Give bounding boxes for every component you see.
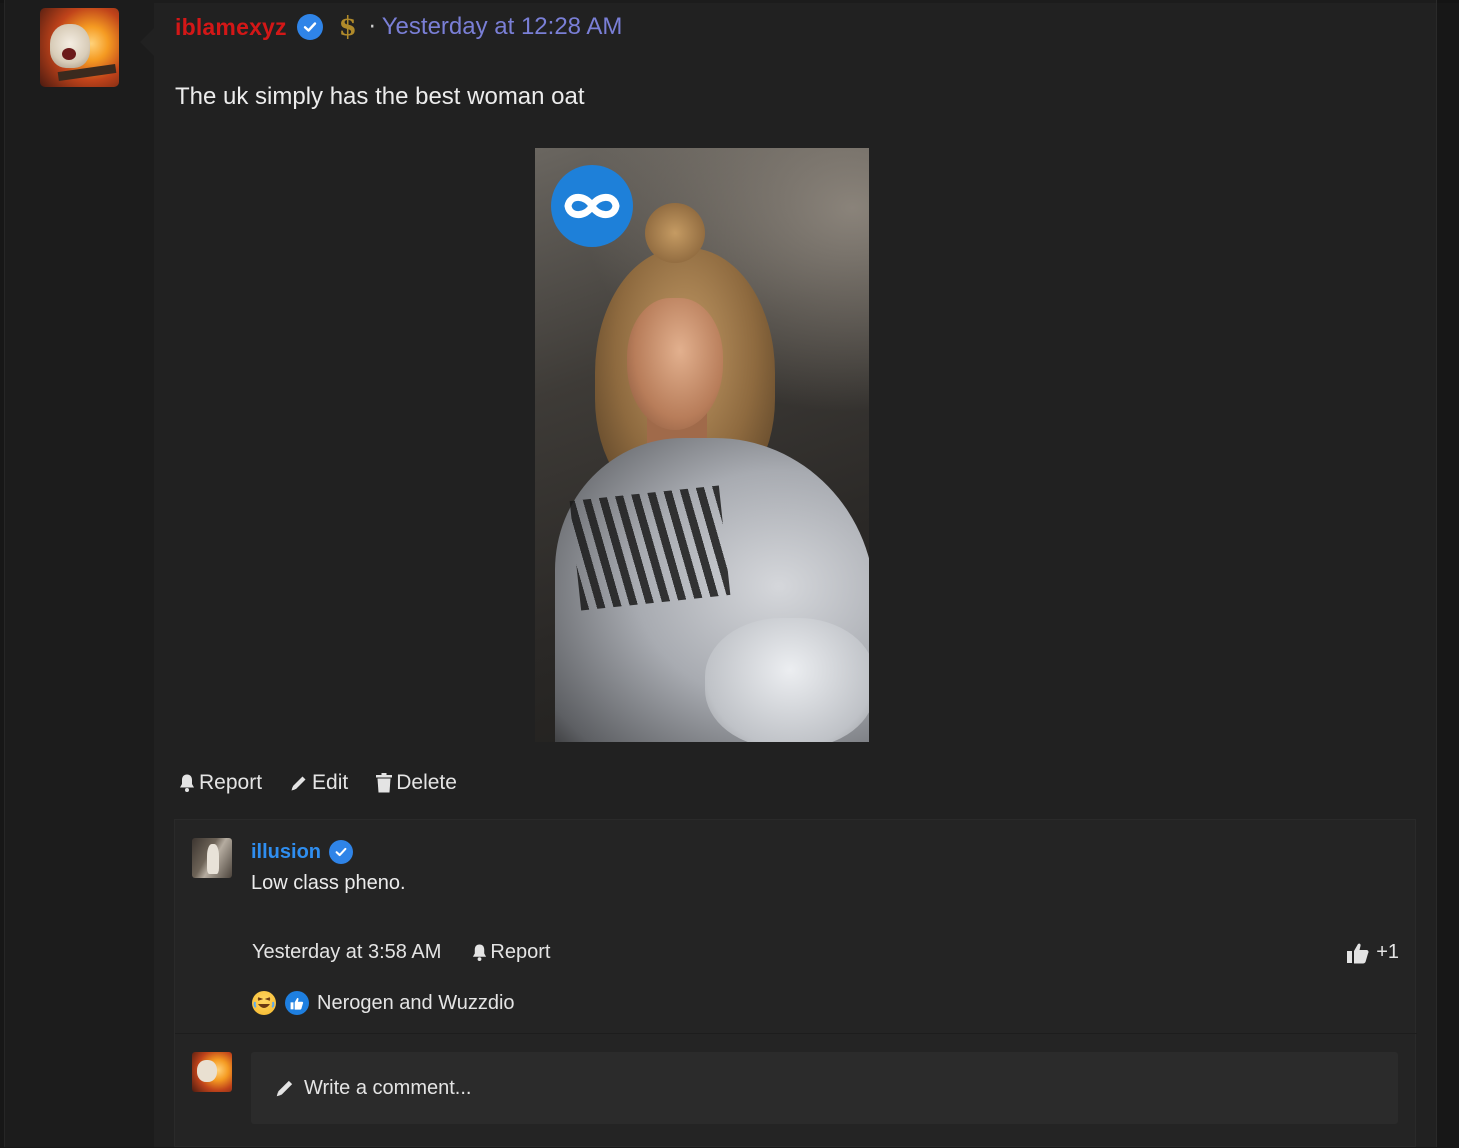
current-user-avatar [192, 1052, 232, 1092]
avatar-cat-head [50, 24, 90, 68]
edit-button[interactable]: Edit [289, 771, 348, 795]
avatar-figure [207, 844, 219, 874]
comment-input[interactable] [304, 1076, 1204, 1100]
comment-like-button[interactable]: +1 [1346, 941, 1399, 964]
author-avatar[interactable] [40, 8, 119, 87]
image-face [627, 298, 723, 430]
author-sidebar [5, 3, 154, 1147]
comment-composer [175, 1034, 1417, 1148]
author-name[interactable]: iblamexyz [175, 14, 287, 41]
report-label: Report [199, 771, 263, 794]
comment-item: illusion Low class pheno. Yesterday at 3… [175, 820, 1417, 1034]
image-sleeve [705, 618, 869, 742]
comment-input-box[interactable] [251, 1052, 1398, 1124]
image-hair-bun [645, 203, 705, 263]
dollar-icon: $ [338, 12, 357, 42]
reactions-summary[interactable]: Nerogen and Wuzzdio [252, 991, 515, 1015]
comment-text: Low class pheno. [251, 872, 406, 894]
comment-report-button[interactable]: Report [471, 941, 550, 964]
comment-meta: Yesterday at 3:58 AM Report [252, 941, 550, 964]
verified-icon [296, 14, 323, 40]
edit-label: Edit [312, 771, 349, 794]
delete-button[interactable]: Delete [375, 771, 457, 795]
comment-report-label: Report [490, 941, 551, 963]
infinity-logo-icon [551, 165, 633, 247]
reacted-by-names: Nerogen and Wuzzdio [317, 991, 515, 1014]
post-header: iblamexyz $ · Yesterday at 12:28 AM [175, 12, 622, 42]
delete-label: Delete [396, 771, 457, 794]
post-pointer-arrow [140, 28, 154, 56]
comment-timestamp[interactable]: Yesterday at 3:58 AM [252, 941, 441, 964]
comments-section: illusion Low class pheno. Yesterday at 3… [174, 819, 1417, 1148]
verified-icon [329, 840, 353, 864]
post-card: iblamexyz $ · Yesterday at 12:28 AM The … [154, 3, 1436, 1147]
thumbs-up-icon [1347, 943, 1369, 963]
commenter-avatar[interactable] [192, 838, 232, 878]
post-actions: Report Edit Delete [178, 771, 457, 795]
pencil-icon [291, 776, 306, 791]
like-count: +1 [1376, 941, 1399, 963]
post-image[interactable] [535, 148, 869, 742]
bell-icon [473, 944, 487, 961]
trash-icon [376, 773, 393, 793]
pencil-icon [276, 1080, 293, 1097]
post-timestamp[interactable]: Yesterday at 12:28 AM [382, 13, 623, 41]
thumbs-up-emoji-icon [285, 991, 309, 1015]
report-button[interactable]: Report [178, 771, 262, 795]
laughing-crying-emoji-icon [252, 991, 276, 1015]
commenter-header: illusion [251, 840, 353, 864]
avatar-cat-head [197, 1060, 217, 1082]
image-sweater-print [569, 485, 731, 611]
separator-dot: · [368, 14, 376, 40]
commenter-name[interactable]: illusion [251, 841, 321, 864]
avatar-cat-mouth [62, 48, 76, 60]
post-body: The uk simply has the best woman oat [175, 83, 585, 110]
bell-icon [180, 774, 194, 792]
